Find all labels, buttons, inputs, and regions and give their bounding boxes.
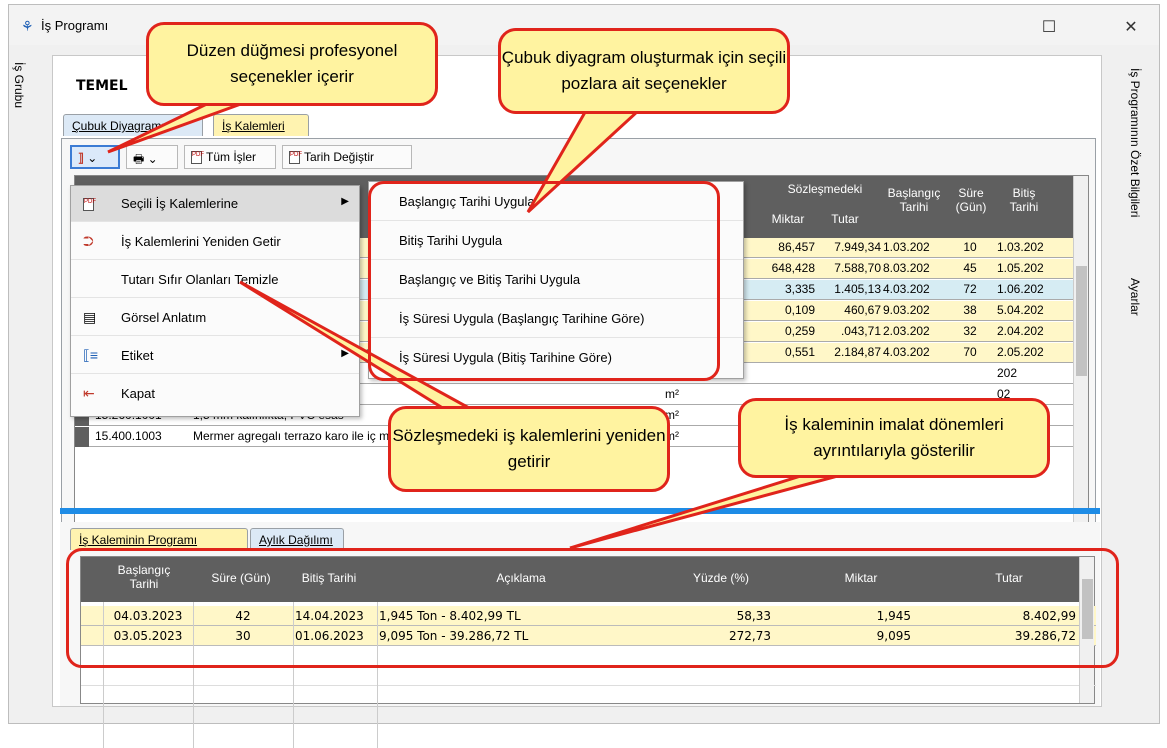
grid-scrollbar[interactable] (1073, 176, 1088, 552)
menu-item-refetch[interactable]: ⮊ İş Kalemlerini Yeniden Getir (71, 224, 359, 260)
cell-qty: 648,428 (771, 261, 815, 275)
cell-start: 8.03.202 (883, 261, 930, 275)
maximize-button[interactable]: ☐ (1039, 17, 1059, 37)
cell-dur: 32 (963, 324, 977, 338)
cell-start: 2.03.202 (883, 324, 930, 338)
cell-dur: 70 (963, 345, 977, 359)
cell-qty: 3,335 (784, 282, 815, 296)
menu-item-label: Tutarı Sıfır Olanları Temizle (121, 272, 279, 287)
cell-amount: .043,71 (840, 324, 881, 338)
menu-item-visual-guide[interactable]: ▤ Görsel Anlatım (71, 300, 359, 336)
document-icon: PDF (289, 151, 302, 165)
submenu-highlight-box (368, 181, 720, 381)
submenu-arrow-icon: ▶ (341, 196, 349, 207)
cell-amount: 2.184,87 (834, 345, 881, 359)
print-icon: 🖶 (133, 152, 145, 166)
menu-item-label-settings[interactable]: ⟦≡ Etiket ▶ (71, 338, 359, 374)
edit-dropdown-menu: PDF Seçili İş Kalemlerine ▶ ⮊ İş Kalemle… (70, 185, 360, 417)
cell-start: 4.03.202 (883, 282, 930, 296)
bottom-grid-highlight-box (66, 548, 1119, 668)
close-button[interactable]: ✕ (1121, 17, 1141, 37)
chevron-down-icon: ⌄ (87, 151, 98, 165)
book-icon: ▤ (83, 309, 97, 325)
panel-splitter[interactable] (60, 508, 1100, 514)
cell-end: 202 (997, 366, 1018, 380)
tab-monthly-distribution[interactable]: Aylık Dağılımı (250, 528, 344, 550)
chevron-down-icon: ⌄ (147, 152, 158, 166)
cell-amount: 1.405,13 (834, 282, 881, 296)
menu-item-selected-items[interactable]: PDF Seçili İş Kalemlerine ▶ (71, 186, 359, 222)
app-icon: ⚘ (21, 18, 34, 34)
cell-qty: 0,259 (784, 324, 815, 338)
submenu-arrow-icon: ▶ (341, 348, 349, 359)
change-date-label: Tarih Değiştir (304, 150, 375, 164)
cell-code: 15.400.1003 (95, 429, 162, 443)
cell-end: 5.04.202 (997, 303, 1044, 317)
header-contract: Sözleşmedeki (787, 182, 863, 196)
label-icon: ⟦≡ (83, 347, 99, 363)
exit-icon: ⇤ (83, 385, 95, 401)
tab-work-items[interactable]: İş Kalemleri (213, 114, 309, 136)
cell-start: 9.03.202 (883, 303, 930, 317)
cell-amount: 7.949,34 (834, 240, 881, 254)
header-amount: Tutar (831, 212, 859, 226)
menu-item-label: Görsel Anlatım (121, 310, 207, 325)
menu-item-label: İş Kalemlerini Yeniden Getir (121, 234, 281, 249)
cell-unit: m² (665, 408, 679, 422)
header-end-date: Bitiş Tarihi (1009, 186, 1039, 214)
menu-item-close[interactable]: ⇤ Kapat (71, 376, 359, 412)
menu-item-label: Kapat (121, 386, 155, 401)
cell-dur: 45 (963, 261, 977, 275)
callout-periods: İş kaleminin imalat dönemleri ayrıntılar… (738, 398, 1050, 478)
all-jobs-button[interactable]: PDF Tüm İşler (184, 145, 276, 169)
cell-amount: 7.588,70 (834, 261, 881, 275)
sidebar-tab-is-grubu[interactable]: İş Grubu (12, 62, 26, 108)
refresh-icon: ⮊ (83, 233, 94, 249)
tab-item-program[interactable]: İş Kaleminin Programı (70, 528, 248, 550)
change-date-button[interactable]: PDF Tarih Değiştir (282, 145, 412, 169)
header-quantity: Miktar (771, 212, 805, 226)
cell-dur: 72 (963, 282, 977, 296)
sidebar-tab-summary[interactable]: İş Programının Özet Bilgileri (1128, 68, 1142, 217)
cell-amount: 460,67 (844, 303, 881, 317)
menu-item-label: Etiket (121, 348, 154, 363)
cell-dur: 38 (963, 303, 977, 317)
callout-edit-button: Düzen düğmesi profesyonel seçenekler içe… (146, 22, 438, 106)
row-selector[interactable] (75, 427, 89, 447)
callout-bar-chart: Çubuk diyagram oluşturmak için seçili po… (498, 28, 790, 114)
window-title: İş Programı (41, 18, 109, 33)
cell-end: 1.03.202 (997, 240, 1044, 254)
cell-qty: 0,551 (784, 345, 815, 359)
cell-end: 2.04.202 (997, 324, 1044, 338)
cell-unit: m² (665, 429, 679, 443)
cell-start: 4.03.202 (883, 345, 930, 359)
header-duration: Süre (Gün) (955, 186, 987, 214)
document-icon: PDF (191, 151, 204, 165)
document-icon: PDF (83, 195, 96, 211)
empty-row (81, 666, 1096, 686)
menu-item-label: Seçili İş Kalemlerine (121, 196, 239, 211)
cell-dur: 10 (963, 240, 977, 254)
header-start-date: Başlangıç Tarihi (887, 186, 941, 214)
print-menu-button[interactable]: 🖶 ⌄ (126, 145, 178, 169)
cell-unit: m² (665, 387, 679, 401)
cell-end: 2.05.202 (997, 345, 1044, 359)
cell-end: 1.06.202 (997, 282, 1044, 296)
edit-menu-button[interactable]: ⟧ ⌄ (70, 145, 120, 169)
cell-start: 1.03.202 (883, 240, 930, 254)
scroll-thumb[interactable] (1076, 266, 1087, 376)
sidebar-tab-settings[interactable]: Ayarlar (1128, 278, 1142, 316)
edit-icon: ⟧ (78, 151, 84, 165)
menu-item-clear-zero[interactable]: Tutarı Sıfır Olanları Temizle (71, 262, 359, 298)
tab-bar-chart[interactable]: Çubuk Diyagramı (63, 114, 203, 136)
cell-qty: 0,109 (784, 303, 815, 317)
cell-end: 1.05.202 (997, 261, 1044, 275)
cell-qty: 86,457 (778, 240, 815, 254)
all-jobs-label: Tüm İşler (206, 150, 257, 164)
callout-refetch: Sözleşmedeki iş kalemlerini yeniden geti… (388, 406, 670, 492)
section-title: TEMEL (76, 78, 128, 94)
